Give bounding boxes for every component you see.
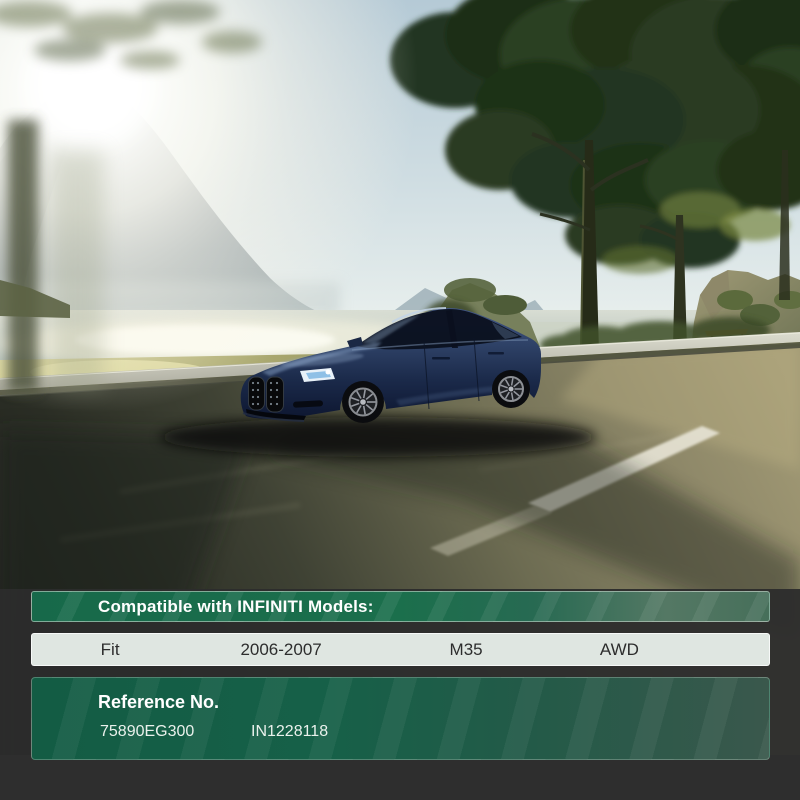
fitment-row: Fit 2006-2007 M35 AWD	[31, 633, 770, 666]
reference-title: Reference No.	[98, 691, 219, 713]
compatibility-header-label: Compatible with INFINITI Models:	[98, 597, 374, 616]
compatibility-header: Compatible with INFINITI Models:	[31, 591, 770, 622]
reference-panel: Reference No. 75890EG300 IN1228118	[31, 677, 770, 760]
fitment-cell-fit: Fit	[101, 634, 120, 665]
rear-wheel	[492, 370, 530, 408]
foreground-trunk	[0, 120, 104, 392]
reference-number-primary: 75890EG300	[100, 722, 194, 742]
front-wheel	[342, 381, 384, 423]
reference-number-secondary: IN1228118	[251, 722, 328, 742]
fitment-cell-years: 2006-2007	[240, 634, 321, 665]
fitment-cell-drivetrain: AWD	[600, 634, 639, 665]
product-image: Compatible with INFINITI Models: Fit 200…	[0, 0, 800, 800]
fitment-cell-model: M35	[450, 634, 483, 665]
